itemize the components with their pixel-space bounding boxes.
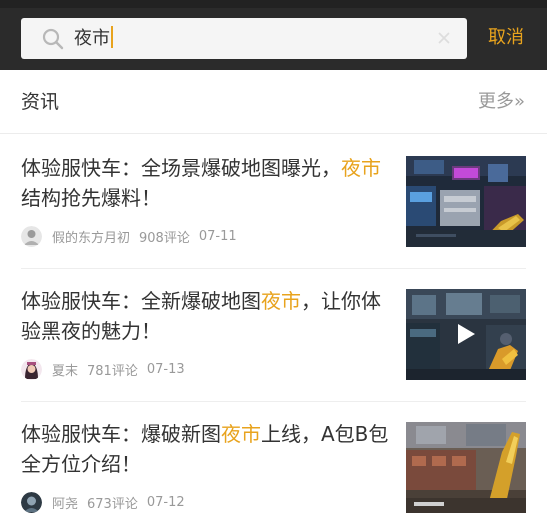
publish-date: 07-11	[198, 228, 237, 244]
avatar	[21, 358, 42, 380]
search-input[interactable]: 夜市	[21, 18, 467, 59]
status-strip	[0, 0, 547, 8]
avatar	[21, 225, 42, 247]
avatar	[21, 491, 42, 513]
news-section-header: 资讯 更多»	[0, 70, 547, 134]
author-name: 假的东方月初	[52, 230, 131, 246]
search-header: 夜市 取消	[0, 0, 547, 70]
article-title[interactable]: 体验服快车：全新爆破地图夜市，让你体验黑夜的魅力！	[21, 286, 391, 346]
article-title[interactable]: 体验服快车：全场景爆破地图曝光，夜市结构抢先爆料！	[21, 153, 391, 213]
comment-count: 781评论	[87, 363, 138, 379]
article-meta: 阿尧 673评论 07-12	[21, 491, 194, 513]
publish-date: 07-12	[146, 494, 185, 510]
article-meta: 夏末 781评论 07-13	[21, 358, 194, 380]
section-title: 资讯	[21, 91, 60, 113]
news-list-item[interactable]: 体验服快车：爆破新图夜市上线，A包B包全方位介绍！ 阿尧 673评论 07-12	[0, 401, 547, 528]
article-title[interactable]: 体验服快车：爆破新图夜市上线，A包B包全方位介绍！	[21, 419, 391, 479]
article-thumbnail[interactable]	[406, 156, 526, 247]
more-link[interactable]: 更多»	[478, 90, 525, 114]
search-query: 夜市	[74, 26, 113, 51]
author-name: 夏末	[52, 363, 79, 379]
author-name: 阿尧	[52, 496, 79, 512]
clear-icon[interactable]	[437, 31, 451, 45]
article-meta: 假的东方月初 908评论 07-11	[21, 225, 246, 247]
comment-count: 673评论	[87, 496, 138, 512]
play-icon[interactable]	[456, 323, 476, 345]
text-caret	[111, 26, 113, 48]
news-list-item[interactable]: 体验服快车：全新爆破地图夜市，让你体验黑夜的魅力！ 夏末 781评论 07-13	[0, 268, 547, 402]
news-list-item[interactable]: 体验服快车：全场景爆破地图曝光，夜市结构抢先爆料！ 假的东方月初 908评论 0…	[0, 135, 547, 269]
article-thumbnail[interactable]	[406, 422, 526, 513]
publish-date: 07-13	[146, 361, 185, 377]
comment-count: 908评论	[139, 230, 190, 246]
article-thumbnail[interactable]	[406, 289, 526, 380]
search-icon	[42, 28, 64, 50]
cancel-button[interactable]: 取消	[488, 25, 524, 51]
